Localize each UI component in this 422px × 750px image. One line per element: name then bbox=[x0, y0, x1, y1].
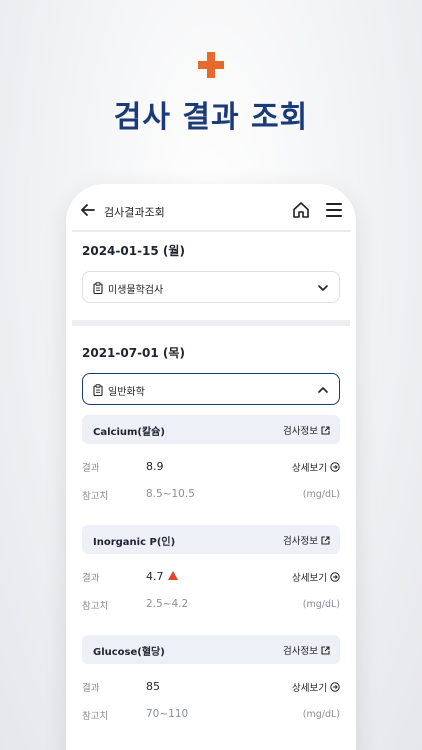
section-divider bbox=[72, 320, 350, 326]
hero-title: 검사 결과 조회 bbox=[113, 100, 309, 135]
result-value: 4.7 bbox=[146, 570, 164, 583]
reference-label: 참고치 bbox=[82, 491, 109, 502]
detail-view-label: 상세보기 bbox=[292, 683, 327, 694]
test-name: Calcium(칼슘) bbox=[93, 427, 165, 438]
unit-label: (mg/dL) bbox=[302, 709, 340, 720]
test-info-label: 검사정보 bbox=[283, 536, 318, 547]
detail-view-label: 상세보기 bbox=[292, 573, 327, 584]
test-name: Glucose(혈당) bbox=[93, 647, 165, 658]
category-dropdown[interactable]: 미생물학검사 bbox=[82, 271, 340, 303]
home-icon[interactable] bbox=[292, 201, 310, 219]
result-value: 8.9 bbox=[146, 460, 164, 473]
reference-value: 8.5~10.5 bbox=[146, 488, 195, 500]
clipboard-icon bbox=[93, 384, 103, 396]
detail-view-label: 상세보기 bbox=[292, 463, 327, 474]
clipboard-icon bbox=[93, 282, 103, 294]
detail-view-link[interactable]: 상세보기 bbox=[292, 570, 340, 584]
phone-screen: 검사결과조회 2024-01-15 (월) 미생물학검사 2021-07-01 … bbox=[66, 184, 356, 750]
divider bbox=[72, 230, 350, 232]
detail-view-link[interactable]: 상세보기 bbox=[292, 680, 340, 694]
dropdown-label: 미생물학검사 bbox=[108, 285, 164, 296]
external-link-icon bbox=[321, 646, 330, 655]
dropdown-label: 일반화학 bbox=[108, 387, 145, 398]
plus-logo-icon bbox=[198, 52, 224, 78]
reference-label: 참고치 bbox=[82, 711, 109, 722]
back-arrow-icon[interactable] bbox=[80, 202, 96, 218]
circle-arrow-right-icon bbox=[330, 572, 340, 582]
test-info-label: 검사정보 bbox=[283, 646, 318, 657]
circle-arrow-right-icon bbox=[330, 462, 340, 472]
chevron-down-icon bbox=[318, 285, 328, 291]
result-label: 결과 bbox=[82, 463, 100, 474]
test-header: Inorganic P(인) 검사정보 bbox=[82, 525, 340, 554]
test-header: Calcium(칼슘) 검사정보 bbox=[82, 415, 340, 444]
high-alert-icon bbox=[167, 571, 178, 580]
category-dropdown[interactable]: 일반화학 bbox=[82, 373, 340, 405]
detail-view-link[interactable]: 상세보기 bbox=[292, 460, 340, 474]
test-info-label: 검사정보 bbox=[283, 426, 318, 437]
chevron-up-icon bbox=[318, 387, 328, 393]
hamburger-menu-icon[interactable] bbox=[326, 203, 342, 217]
date-header: 2024-01-15 (월) bbox=[82, 244, 185, 258]
app-bar: 검사결과조회 bbox=[66, 184, 356, 234]
unit-label: (mg/dL) bbox=[302, 489, 340, 500]
page-title: 검사결과조회 bbox=[104, 206, 165, 219]
external-link-icon bbox=[321, 426, 330, 435]
result-value-wrap: 4.7 bbox=[146, 570, 178, 583]
test-header: Glucose(혈당) 검사정보 bbox=[82, 635, 340, 664]
result-label: 결과 bbox=[82, 573, 100, 584]
test-info-link[interactable]: 검사정보 bbox=[283, 533, 330, 547]
reference-value: 70~110 bbox=[146, 708, 189, 720]
circle-arrow-right-icon bbox=[330, 682, 340, 692]
unit-label: (mg/dL) bbox=[302, 599, 340, 610]
test-info-link[interactable]: 검사정보 bbox=[283, 643, 330, 657]
test-info-link[interactable]: 검사정보 bbox=[283, 423, 330, 437]
reference-value: 2.5~4.2 bbox=[146, 598, 189, 610]
test-name: Inorganic P(인) bbox=[93, 537, 176, 548]
date-header: 2021-07-01 (목) bbox=[82, 346, 185, 360]
reference-label: 참고치 bbox=[82, 601, 109, 612]
result-label: 결과 bbox=[82, 683, 100, 694]
result-value: 85 bbox=[146, 680, 160, 693]
external-link-icon bbox=[321, 536, 330, 545]
